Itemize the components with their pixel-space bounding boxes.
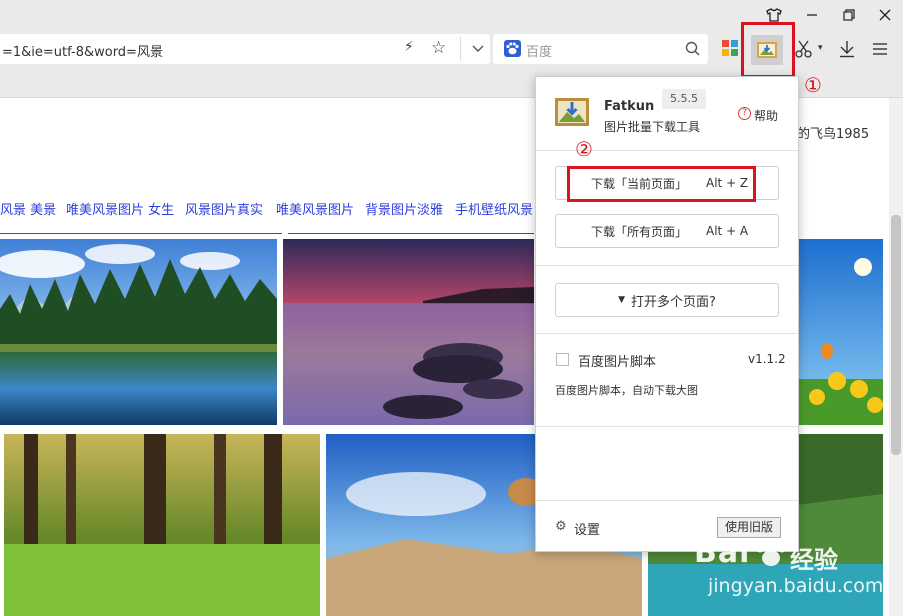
scissors-dropdown-icon[interactable]: ▾	[818, 43, 823, 53]
version-badge: 5.5.5	[662, 89, 706, 109]
gear-icon[interactable]: ⚙	[555, 519, 567, 534]
apps-grid-icon[interactable]	[722, 40, 738, 60]
settings-link[interactable]: 设置	[574, 519, 600, 538]
baidu-paw-icon	[504, 40, 521, 61]
photo-flowers[interactable]	[797, 239, 883, 425]
script-version: v1.1.2	[748, 352, 786, 366]
baidu-paw-watermark-icon	[754, 537, 788, 573]
divider	[536, 333, 798, 334]
annotation-marker-1: ①	[804, 73, 822, 97]
download-all-pages-button[interactable]: 下载「所有页面」 Alt + A	[555, 214, 779, 248]
star-icon[interactable]: ☆	[431, 38, 446, 58]
highlight-box-extension	[741, 22, 795, 78]
divider	[0, 233, 282, 234]
chevron-down-icon[interactable]	[471, 40, 485, 59]
watermark-brand: Bai	[694, 535, 751, 570]
divider	[536, 500, 798, 501]
divider	[288, 233, 534, 234]
close-icon[interactable]	[867, 0, 903, 30]
app-subtitle: 图片批量下载工具	[604, 120, 701, 134]
tag-link[interactable]: 唯美风景图片	[276, 199, 354, 218]
address-bar[interactable]: =1&ie=utf-8&word=风景 ⚡ ☆	[0, 34, 490, 64]
address-text: =1&ie=utf-8&word=风景	[2, 45, 163, 60]
help-icon[interactable]: ?	[738, 107, 751, 120]
minimize-icon[interactable]	[794, 0, 830, 30]
lightning-icon[interactable]: ⚡	[404, 39, 414, 55]
divider	[536, 265, 798, 266]
watermark-url: jingyan.baidu.com	[708, 575, 884, 597]
tag-link[interactable]: 风景图片真实	[185, 199, 263, 218]
script-checkbox[interactable]	[556, 353, 569, 366]
download-all-shortcut: Alt + A	[706, 224, 749, 238]
photo-sunlit-forest[interactable]	[4, 434, 320, 616]
open-multiple-label: 打开多个页面?	[631, 294, 716, 310]
photo-sunset-rocks[interactable]	[283, 239, 534, 425]
divider	[460, 37, 461, 61]
restore-icon[interactable]	[831, 0, 867, 30]
scissors-icon[interactable]	[795, 40, 813, 62]
photo-lake-forest[interactable]	[0, 239, 277, 425]
tag-link[interactable]: 背景图片淡雅	[365, 199, 443, 218]
search-box[interactable]: 百度	[493, 34, 708, 64]
search-icon[interactable]	[685, 41, 701, 61]
annotation-marker-2: ②	[575, 137, 593, 161]
download-all-label: 下载「所有页面」	[591, 224, 688, 239]
highlight-box-download-current	[567, 166, 756, 202]
fatkun-logo-icon	[555, 96, 589, 132]
watermark-suffix: 经验	[790, 546, 838, 574]
tag-link[interactable]: 风景 美景	[0, 199, 56, 218]
tag-link[interactable]: 手机壁纸风景	[455, 199, 533, 218]
menu-icon[interactable]	[872, 41, 888, 60]
script-name: 百度图片脚本	[578, 355, 657, 370]
help-link[interactable]: 帮助	[754, 107, 778, 124]
caret-down-icon: ▼	[618, 295, 625, 305]
snippet-text: 的飞鸟1985	[797, 127, 870, 142]
divider	[536, 426, 798, 427]
app-name: Fatkun	[604, 99, 655, 114]
download-icon[interactable]	[838, 40, 856, 62]
script-description: 百度图片脚本，自动下载大图	[555, 384, 698, 397]
tag-link[interactable]: 唯美风景图片 女生	[66, 199, 174, 218]
scrollbar-thumb[interactable]	[891, 215, 901, 455]
open-multiple-pages-button[interactable]: ▼ 打开多个页面?	[555, 283, 779, 317]
search-placeholder: 百度	[526, 45, 553, 60]
